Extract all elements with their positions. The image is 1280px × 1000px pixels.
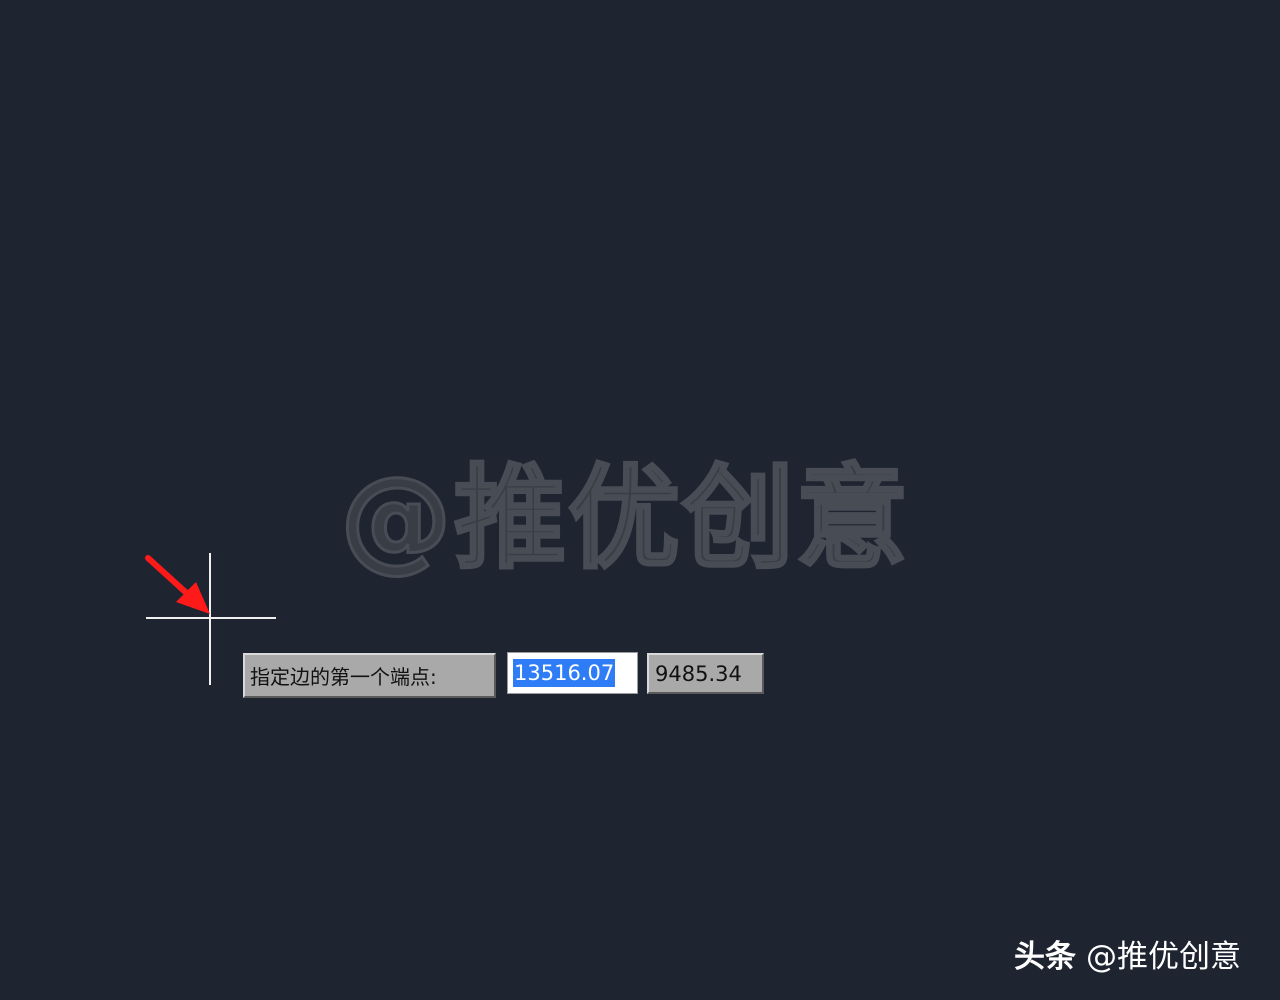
watermark-text: @推优创意 — [339, 453, 910, 586]
footer-brand: 头条 — [1014, 939, 1076, 975]
footer-credit: 头条 @推优创意 — [1014, 931, 1241, 976]
red-arrow-icon — [145, 555, 210, 614]
command-prompt-label: 指定边的第一个端点: — [243, 653, 496, 698]
y-coordinate-input[interactable]: 9485.34 — [647, 653, 764, 694]
x-coordinate-input[interactable]: 13516.07 — [507, 652, 638, 694]
drawing-canvas[interactable]: @推优创意 指定边的第一个端点: 13516.07 9485.34 头条 @推优… — [0, 0, 1280, 1000]
footer-handle: @推优创意 — [1086, 939, 1241, 975]
x-coordinate-value: 13516.07 — [513, 659, 616, 687]
